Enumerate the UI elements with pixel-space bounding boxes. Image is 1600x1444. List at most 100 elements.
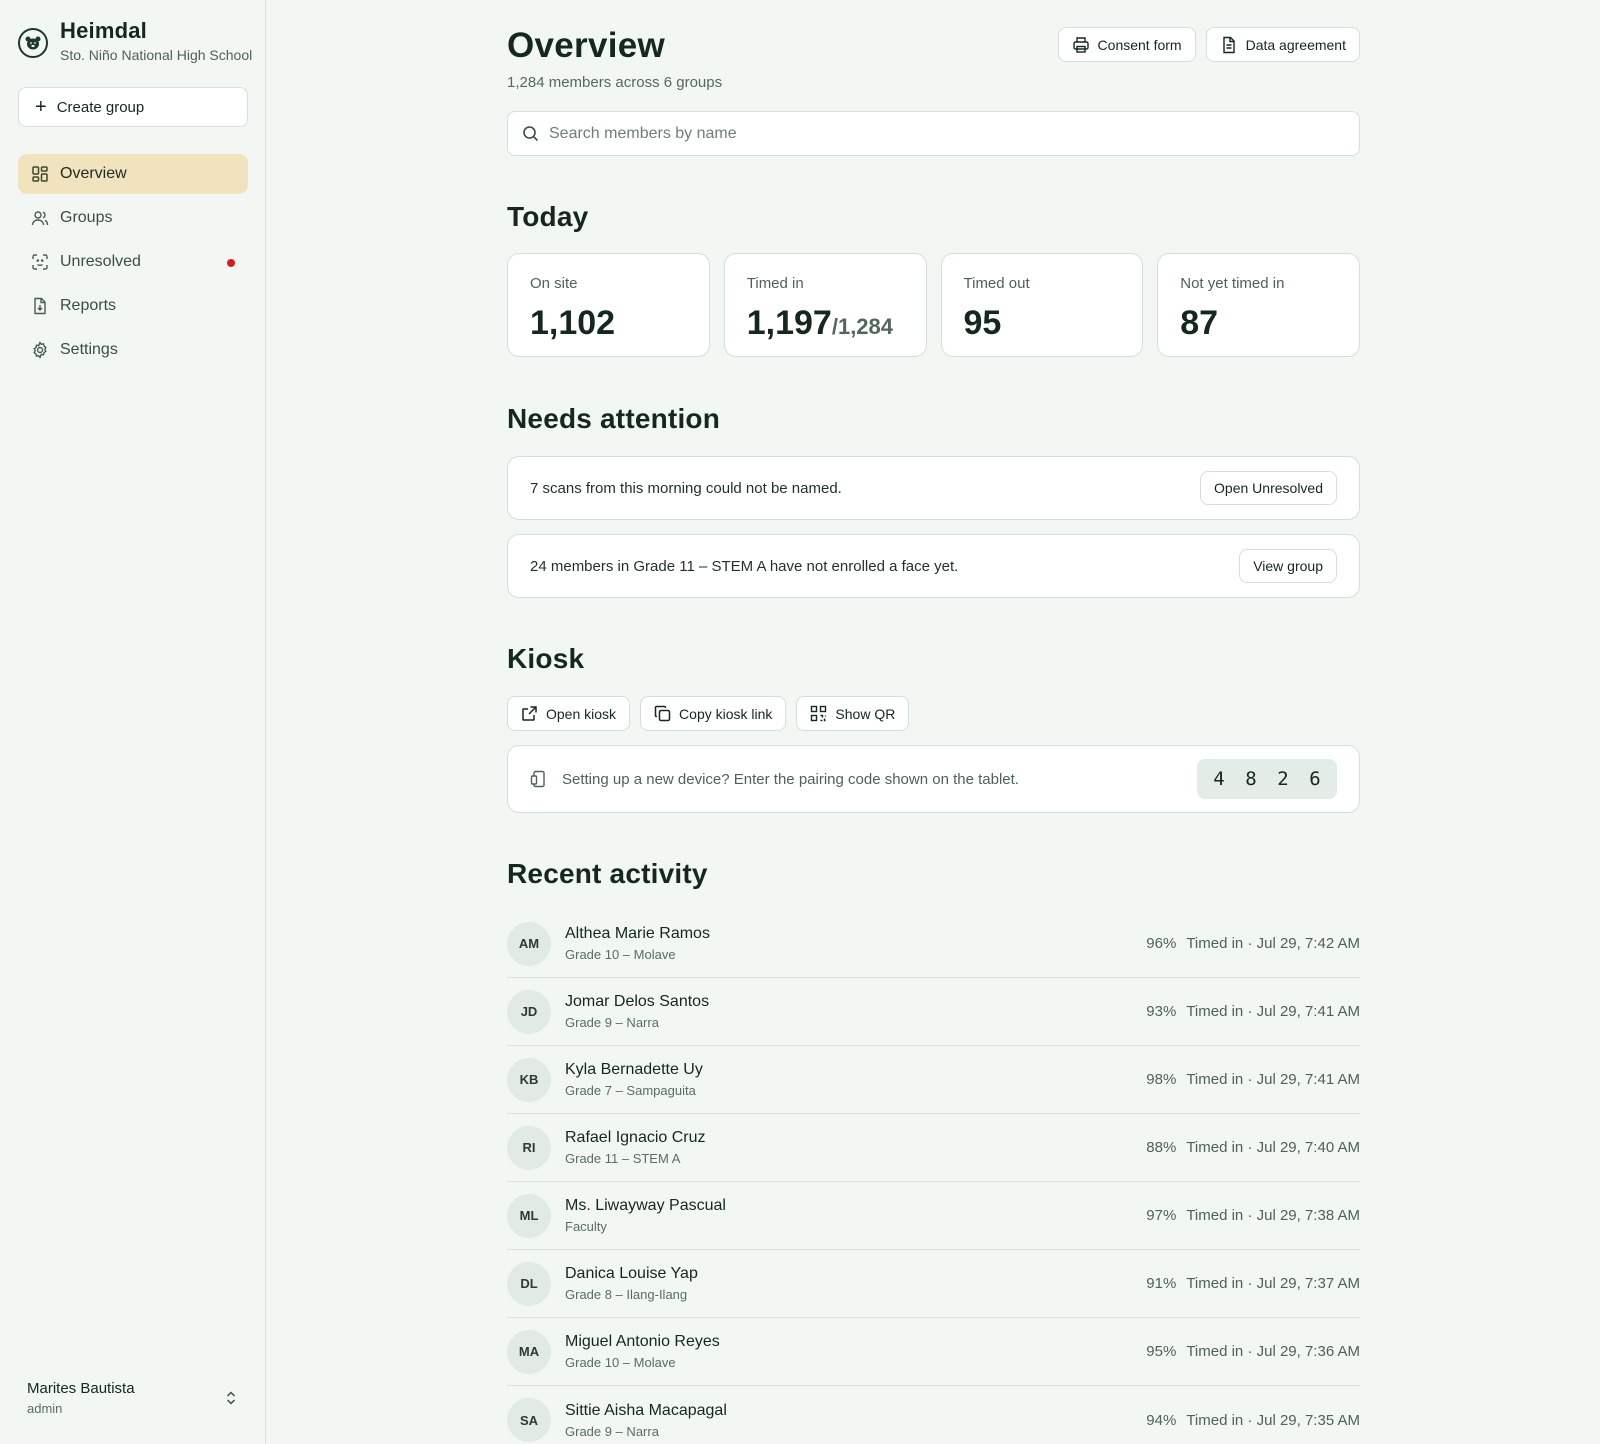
- sidebar-item-settings[interactable]: Settings: [18, 330, 248, 370]
- match-confidence: 95%: [1146, 1343, 1177, 1360]
- external-link-icon: [522, 706, 537, 721]
- sidebar-item-overview[interactable]: Overview: [18, 154, 248, 194]
- activity-row[interactable]: MA Miguel Antonio Reyes Grade 10 – Molave…: [507, 1318, 1360, 1386]
- recent-activity-heading: Recent activity: [507, 858, 708, 889]
- consent-form-label: Consent form: [1097, 36, 1182, 53]
- pairing-panel: Setting up a new device? Enter the pairi…: [507, 745, 1360, 813]
- consent-form-button[interactable]: Consent form: [1057, 27, 1196, 62]
- open-unresolved-button[interactable]: Open Unresolved: [1200, 471, 1337, 505]
- activity-status: Timed in · Jul 29, 7:42 AM: [1186, 935, 1360, 952]
- stat-value: 87: [1180, 304, 1219, 342]
- open-kiosk-label: Open kiosk: [546, 705, 617, 722]
- activity-row[interactable]: KB Kyla Bernadette Uy Grade 7 – Sampaguit…: [507, 1046, 1360, 1114]
- stat-label: Timed in: [746, 275, 804, 292]
- stat-value: 1,102: [530, 304, 616, 342]
- pairing-text: Setting up a new device? Enter the pairi…: [562, 770, 1019, 788]
- stat-card-timed-out: Timed out 95: [940, 253, 1144, 357]
- header-actions: Consent form Data agreement: [1057, 27, 1360, 62]
- member-group: Grade 9 – Narra: [565, 1015, 659, 1030]
- member-name: Kyla Bernadette Uy: [565, 1061, 703, 1078]
- match-confidence: 94%: [1146, 1411, 1177, 1429]
- user-menu[interactable]: Marites Bautista admin: [27, 1380, 247, 1416]
- bear-logo-icon: [18, 27, 48, 58]
- school-name: Sto. Niño National High School: [60, 47, 253, 63]
- sidebar-item-label: Settings: [60, 341, 118, 358]
- today-stats: On site 1,102 Timed in 1,197/1,284 Timed…: [507, 253, 1360, 357]
- match-confidence: 97%: [1146, 1207, 1177, 1224]
- tablet-device-icon: [530, 770, 545, 788]
- copy-kiosk-link-button[interactable]: Copy kiosk link: [640, 696, 787, 731]
- activity-row[interactable]: JD Jomar Delos Santos Grade 9 – Narra 93%…: [507, 978, 1360, 1046]
- activity-row[interactable]: DL Danica Louise Yap Grade 8 – Ilang-Ilan…: [507, 1250, 1360, 1318]
- needs-attention-heading: Needs attention: [507, 403, 721, 434]
- show-qr-button[interactable]: Show QR: [796, 696, 910, 731]
- search-input[interactable]: [549, 124, 1329, 143]
- pairing-digit: 4: [1213, 768, 1225, 790]
- grid-icon: [31, 165, 49, 183]
- sidebar-item-unresolved[interactable]: Unresolved: [18, 242, 248, 282]
- pairing-code: 4 8 2 6: [1197, 759, 1337, 799]
- document-icon: [1222, 36, 1235, 53]
- activity-row[interactable]: SA Sittie Aisha Macapagal Grade 9 – Narra…: [507, 1386, 1360, 1444]
- app-name: Heimdal: [60, 18, 147, 43]
- gear-icon: [31, 341, 49, 359]
- page-title: Overview: [507, 26, 666, 65]
- match-confidence: 98%: [1146, 1071, 1177, 1088]
- show-qr-label: Show QR: [835, 705, 896, 722]
- create-group-label: Create group: [56, 98, 145, 116]
- member-group: Grade 7 – Sampaguita: [565, 1083, 696, 1098]
- pairing-digit: 8: [1245, 768, 1257, 790]
- view-group-button[interactable]: View group: [1239, 549, 1337, 583]
- avatar: AM: [507, 921, 551, 966]
- attention-text: 7 scans from this morning could not be n…: [530, 479, 842, 497]
- activity-status: Timed in · Jul 29, 7:41 AM: [1186, 1003, 1360, 1020]
- brand: Heimdal Sto. Niño National High School: [18, 18, 252, 63]
- activity-status: Timed in · Jul 29, 7:36 AM: [1186, 1343, 1360, 1360]
- copy-kiosk-link-label: Copy kiosk link: [679, 705, 773, 722]
- open-kiosk-button[interactable]: Open kiosk: [507, 696, 631, 731]
- users-icon: [31, 209, 49, 227]
- member-group: Grade 9 – Narra: [565, 1423, 659, 1439]
- avatar: JD: [507, 989, 551, 1034]
- sidebar-item-label: Reports: [60, 297, 117, 314]
- sidebar-item-reports[interactable]: Reports: [18, 286, 248, 326]
- avatar: MA: [507, 1329, 551, 1374]
- activity-row[interactable]: ML Ms. Liwayway Pascual Faculty 97% Timed …: [507, 1182, 1360, 1250]
- activity-status: Timed in · Jul 29, 7:41 AM: [1186, 1071, 1360, 1088]
- attention-item-unresolved: 7 scans from this morning could not be n…: [507, 456, 1360, 520]
- copy-icon: [654, 705, 671, 722]
- kiosk-heading: Kiosk: [507, 643, 585, 674]
- sidebar-nav: Overview Groups Unresolved Reports Setti…: [18, 154, 248, 374]
- attention-text: 24 members in Grade 11 – STEM A have not…: [530, 557, 959, 575]
- plus-icon: +: [35, 96, 47, 118]
- user-name: Marites Bautista: [27, 1380, 135, 1397]
- search-bar: [507, 111, 1360, 156]
- stat-value: 95: [963, 304, 1002, 342]
- member-name: Sittie Aisha Macapagal: [565, 1401, 727, 1419]
- pairing-digit: 6: [1309, 768, 1321, 790]
- match-confidence: 88%: [1146, 1139, 1177, 1156]
- activity-row[interactable]: AM Althea Marie Ramos Grade 10 – Molave 9…: [507, 910, 1360, 978]
- stat-card-timed-in: Timed in 1,197/1,284: [723, 253, 927, 357]
- create-group-button[interactable]: + Create group: [18, 87, 248, 127]
- member-group: Grade 8 – Ilang-Ilang: [565, 1287, 688, 1302]
- member-group: Grade 10 – Molave: [565, 947, 676, 962]
- stat-total: /1,284: [831, 314, 894, 339]
- match-confidence: 96%: [1146, 935, 1177, 952]
- member-name: Miguel Antonio Reyes: [565, 1333, 720, 1350]
- sidebar-item-label: Overview: [60, 165, 127, 182]
- alert-dot: [227, 259, 235, 267]
- member-name: Danica Louise Yap: [565, 1265, 698, 1282]
- sidebar-item-groups[interactable]: Groups: [18, 198, 248, 238]
- stat-card-on-site: On site 1,102: [507, 253, 710, 357]
- sidebar-item-label: Groups: [60, 209, 113, 226]
- member-group: Grade 11 – STEM A: [565, 1151, 681, 1166]
- activity-status: Timed in · Jul 29, 7:40 AM: [1186, 1139, 1360, 1156]
- data-agreement-button[interactable]: Data agreement: [1205, 27, 1360, 62]
- member-name: Ms. Liwayway Pascual: [565, 1197, 726, 1214]
- today-heading: Today: [507, 201, 589, 232]
- activity-row[interactable]: RI Rafael Ignacio Cruz Grade 11 – STEM A …: [507, 1114, 1360, 1182]
- data-agreement-label: Data agreement: [1245, 36, 1346, 53]
- stat-card-not-yet-timed-in: Not yet timed in 87: [1157, 253, 1360, 357]
- member-name: Althea Marie Ramos: [565, 925, 710, 942]
